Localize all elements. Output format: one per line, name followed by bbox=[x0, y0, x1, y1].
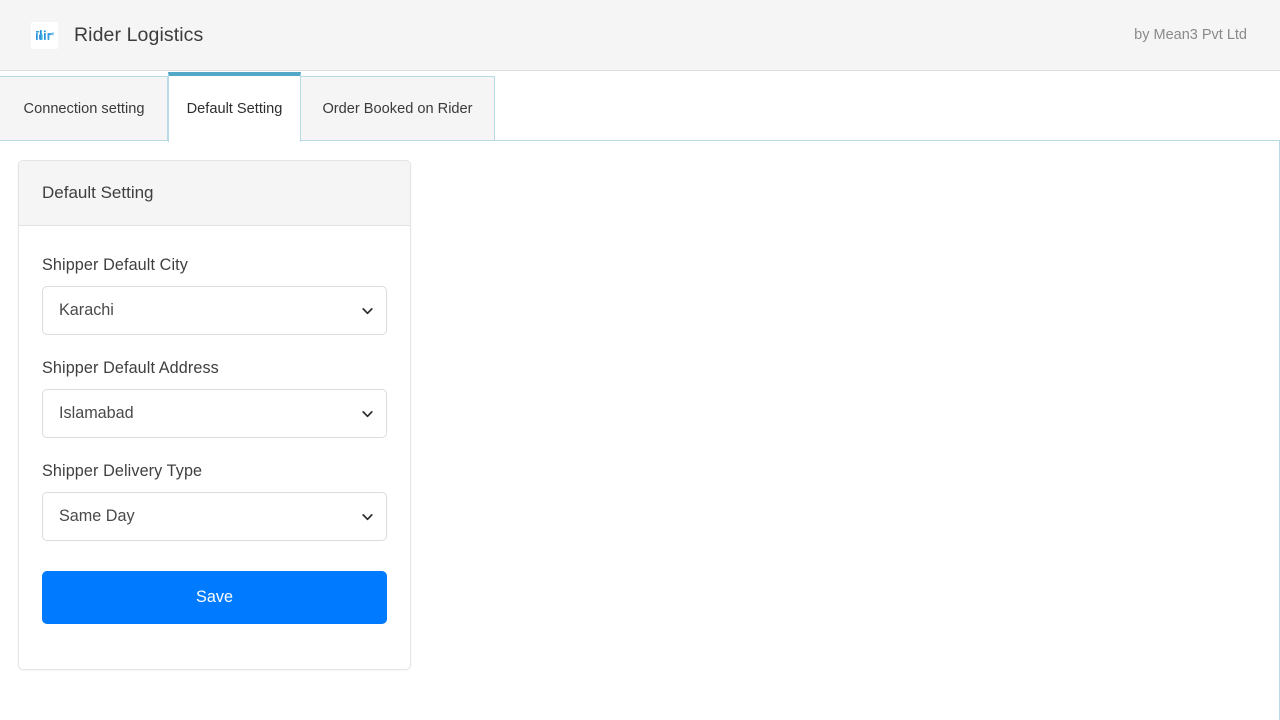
header-credit: by Mean3 Pvt Ltd bbox=[1134, 27, 1247, 43]
card-title: Default Setting bbox=[42, 183, 154, 202]
field-shipper-default-city: Shipper Default City Karachi bbox=[42, 256, 387, 335]
tab-label: Connection setting bbox=[23, 101, 145, 117]
default-setting-card: Default Setting Shipper Default City Kar… bbox=[18, 160, 411, 670]
tab-default-setting[interactable]: Default Setting bbox=[168, 72, 301, 142]
shipper-default-city-label: Shipper Default City bbox=[42, 256, 188, 274]
active-tab-seam bbox=[169, 140, 300, 142]
card-body: Shipper Default City Karachi Shipper Def… bbox=[19, 226, 410, 669]
shipper-default-city-select-wrap: Karachi bbox=[42, 286, 387, 335]
app-header: Rider Logistics by Mean3 Pvt Ltd bbox=[0, 0, 1280, 71]
tab-order-booked-on-rider[interactable]: Order Booked on Rider bbox=[300, 76, 495, 141]
shipper-delivery-type-label: Shipper Delivery Type bbox=[42, 462, 203, 480]
brand: Rider Logistics bbox=[31, 21, 204, 49]
tab-bar: Connection setting Default Setting Order… bbox=[0, 71, 1280, 142]
page-title: Rider Logistics bbox=[74, 23, 204, 46]
field-shipper-default-address: Shipper Default Address Islamabad bbox=[42, 359, 387, 438]
tab-label: Default Setting bbox=[186, 101, 283, 117]
tab-connection-setting[interactable]: Connection setting bbox=[0, 76, 168, 141]
save-button[interactable]: Save bbox=[42, 571, 387, 624]
shipper-default-address-select[interactable]: Islamabad bbox=[42, 389, 387, 438]
card-header: Default Setting bbox=[19, 161, 410, 226]
shipper-default-address-label: Shipper Default Address bbox=[42, 359, 219, 377]
rider-wordmark-logo-icon bbox=[31, 21, 58, 49]
field-shipper-delivery-type: Shipper Delivery Type Same Day bbox=[42, 462, 387, 541]
shipper-default-city-select[interactable]: Karachi bbox=[42, 286, 387, 335]
shipper-default-address-select-wrap: Islamabad bbox=[42, 389, 387, 438]
shipper-delivery-type-select-wrap: Same Day bbox=[42, 492, 387, 541]
tab-label: Order Booked on Rider bbox=[322, 101, 473, 117]
shipper-delivery-type-select[interactable]: Same Day bbox=[42, 492, 387, 541]
